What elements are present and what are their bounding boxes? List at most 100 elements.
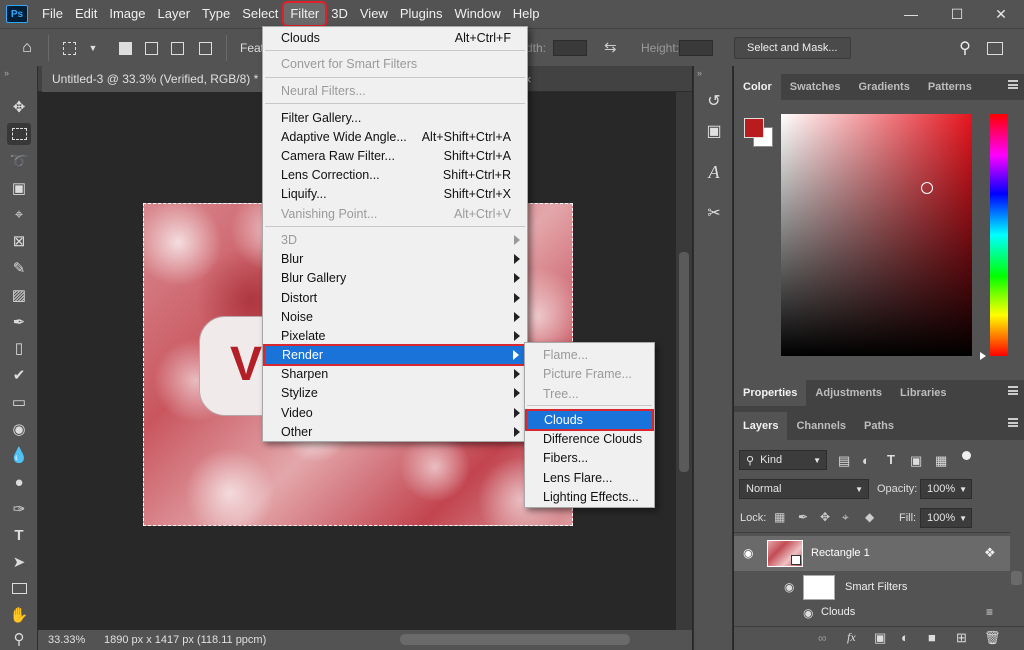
new-selection-icon[interactable] — [114, 37, 136, 59]
visibility-eye-icon[interactable]: ◉ — [743, 546, 753, 560]
fx-icon[interactable]: fx — [847, 630, 856, 645]
submenu-item-clouds[interactable]: Clouds — [525, 409, 654, 431]
tab-properties[interactable]: Properties — [734, 380, 807, 406]
chevron-down-icon[interactable]: ▼ — [82, 37, 104, 59]
visibility-eye-icon[interactable]: ◉ — [784, 580, 794, 594]
comments-icon[interactable]: ▣ — [703, 120, 725, 142]
menu-item-sharpen[interactable]: Sharpen — [263, 364, 527, 383]
blur-tool-icon[interactable]: 💧 — [7, 444, 31, 466]
new-layer-icon[interactable]: ⊞ — [956, 630, 967, 646]
scroll-thumb[interactable] — [679, 252, 689, 472]
healing-brush-icon[interactable]: ▨ — [7, 284, 31, 306]
menu-item-render[interactable]: Render — [263, 344, 527, 366]
menu-item-liquify[interactable]: Liquify... Shift+Ctrl+X — [263, 184, 527, 203]
eyedropper-tool-icon[interactable]: ✎ — [7, 257, 31, 279]
panel-menu-icon[interactable] — [1008, 386, 1018, 395]
menu-item-vanishing-point[interactable]: Vanishing Point... Alt+Ctrl+V — [263, 204, 527, 223]
hue-slider-handle[interactable] — [980, 352, 986, 360]
layers-scroll-thumb[interactable] — [1011, 571, 1022, 585]
frame-tool-icon[interactable]: ⊠ — [7, 230, 31, 252]
filter-toggle-icon[interactable] — [962, 451, 971, 460]
foreground-color-swatch[interactable] — [744, 118, 764, 138]
rectangle-tool-icon[interactable] — [7, 577, 31, 599]
brush-tool-icon[interactable]: ✒ — [7, 311, 31, 333]
character-icon[interactable]: A — [703, 161, 725, 183]
collapse-icon[interactable]: » — [4, 68, 9, 78]
collapse-icon[interactable]: » — [697, 68, 702, 78]
move-tool-icon[interactable]: ✥ — [7, 96, 31, 118]
menu-file[interactable]: File — [36, 3, 69, 25]
zoom-level[interactable]: 33.33% — [48, 634, 94, 646]
menu-item-clouds[interactable]: Clouds Alt+Ctrl+F — [263, 28, 527, 47]
menu-item-distort[interactable]: Distort — [263, 288, 527, 307]
dodge-tool-icon[interactable]: ● — [7, 471, 31, 493]
path-select-icon[interactable]: ➤ — [7, 551, 31, 573]
menu-edit[interactable]: Edit — [69, 3, 103, 25]
close-icon[interactable]: ✕ — [978, 0, 1024, 28]
marquee-tool-icon[interactable] — [7, 123, 31, 145]
fill-field[interactable]: 100% ▼ — [920, 508, 972, 528]
history-brush-icon[interactable]: ✔ — [7, 364, 31, 386]
submenu-item-picture-frame[interactable]: Picture Frame... — [525, 364, 654, 383]
menu-3d[interactable]: 3D — [325, 3, 354, 25]
type-tool-icon[interactable]: T — [7, 524, 31, 546]
pen-tool-icon[interactable]: ✑ — [7, 498, 31, 520]
menu-item-video[interactable]: Video — [263, 403, 527, 422]
tab-libraries[interactable]: Libraries — [891, 380, 955, 406]
vertical-scrollbar[interactable] — [676, 92, 692, 630]
submenu-item-difference-clouds[interactable]: Difference Clouds — [525, 429, 654, 448]
layer-row-clouds[interactable]: ◉ Clouds ≡ — [734, 603, 1010, 623]
lock-artboard-icon[interactable]: ⌖ — [842, 510, 849, 525]
marquee-preset-icon[interactable] — [58, 37, 80, 59]
add-mask-icon[interactable]: ▣ — [874, 630, 886, 646]
visibility-eye-icon[interactable]: ◉ — [803, 606, 813, 620]
blend-mode-select[interactable]: Normal ▼ — [739, 479, 869, 499]
tab-channels[interactable]: Channels — [787, 412, 855, 440]
height-field[interactable] — [679, 40, 713, 56]
submenu-item-lighting-effects[interactable]: Lighting Effects... — [525, 487, 654, 506]
lock-transparent-icon[interactable]: ▦ — [774, 510, 785, 524]
submenu-item-lens-flare[interactable]: Lens Flare... — [525, 468, 654, 487]
menu-item-filter-gallery[interactable]: Filter Gallery... — [263, 108, 527, 127]
zoom-tool-icon[interactable]: ⚲ — [7, 628, 31, 650]
tab-adjustments[interactable]: Adjustments — [806, 380, 891, 406]
filter-pixel-icon[interactable]: ▤ — [838, 453, 850, 469]
menu-plugins[interactable]: Plugins — [394, 3, 449, 25]
layer-row-smart-filters[interactable]: ◉ Smart Filters — [734, 571, 1010, 603]
menu-item-noise[interactable]: Noise — [263, 307, 527, 326]
menu-item-lens-correction[interactable]: Lens Correction... Shift+Ctrl+R — [263, 165, 527, 184]
document-tab[interactable]: Untitled-3 @ 33.3% (Verified, RGB/8) * — [42, 66, 269, 92]
menu-view[interactable]: View — [354, 3, 394, 25]
lock-all-icon[interactable]: ◆ — [865, 510, 874, 524]
menu-item-stylize[interactable]: Stylize — [263, 383, 527, 402]
submenu-item-fibers[interactable]: Fibers... — [525, 448, 654, 467]
menu-select[interactable]: Select — [236, 3, 284, 25]
delete-layer-icon[interactable]: 🗑 — [984, 630, 1001, 646]
tab-paths[interactable]: Paths — [855, 412, 903, 440]
subtract-selection-icon[interactable] — [166, 37, 188, 59]
menu-item-pixelate[interactable]: Pixelate — [263, 326, 527, 345]
layer-row-rectangle-1[interactable]: ◉ Rectangle 1 ❖ — [734, 536, 1010, 571]
color-field[interactable] — [781, 114, 972, 356]
panel-menu-icon[interactable] — [1008, 80, 1018, 89]
select-and-mask-button[interactable]: Select and Mask... — [734, 37, 851, 59]
history-icon[interactable]: ↺ — [703, 90, 725, 112]
hand-tool-icon[interactable]: ✋ — [7, 604, 31, 626]
tab-layers[interactable]: Layers — [734, 412, 788, 440]
link-layers-icon[interactable]: ∞ — [818, 631, 827, 645]
swap-icon[interactable]: ⇆ — [604, 38, 617, 56]
intersect-selection-icon[interactable] — [194, 37, 216, 59]
eraser-tool-icon[interactable]: ▭ — [7, 391, 31, 413]
filter-type-icon[interactable]: T — [887, 452, 895, 467]
menu-item-adaptive-wide-angle[interactable]: Adaptive Wide Angle... Alt+Shift+Ctrl+A — [263, 127, 527, 146]
menu-item-blur-gallery[interactable]: Blur Gallery — [263, 268, 527, 287]
crop-tool-icon[interactable]: ⌖ — [7, 203, 31, 225]
lasso-tool-icon[interactable]: ➰ — [7, 150, 31, 172]
width-field[interactable] — [553, 40, 587, 56]
maximize-icon[interactable]: ☐ — [934, 0, 980, 28]
paint-bucket-icon[interactable]: ◉ — [7, 418, 31, 440]
color-picker-ring[interactable] — [921, 182, 933, 194]
filter-options-icon[interactable]: ≡ — [986, 605, 993, 619]
filter-shape-icon[interactable]: ▣ — [910, 453, 922, 469]
lock-position-icon[interactable]: ✥ — [820, 510, 830, 524]
